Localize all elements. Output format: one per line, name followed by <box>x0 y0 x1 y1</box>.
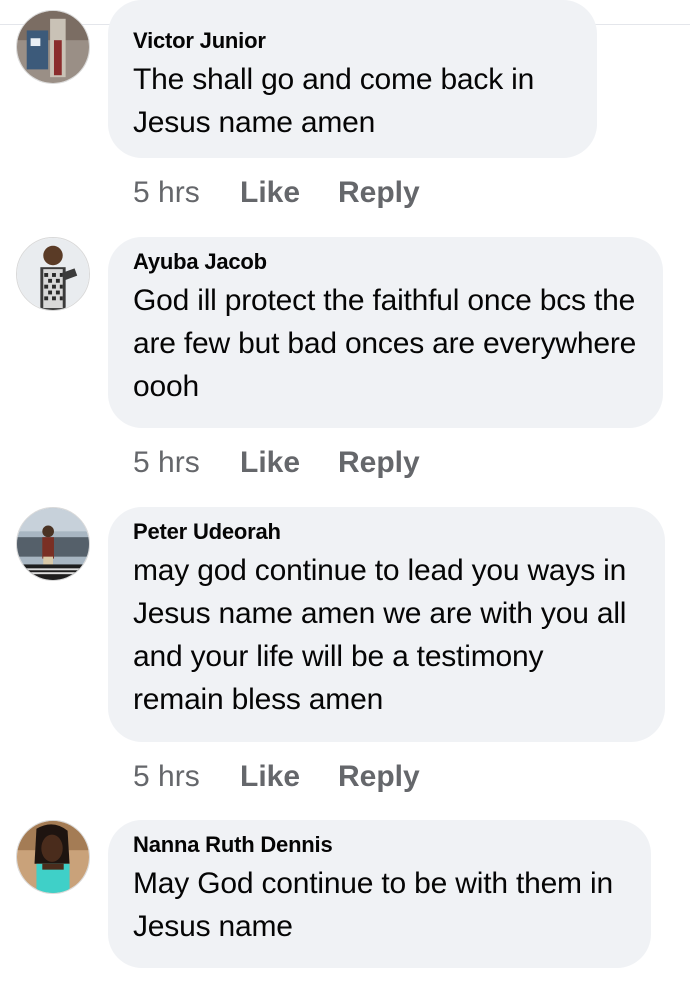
comment-author[interactable]: Ayuba Jacob <box>133 249 637 275</box>
avatar-photo <box>17 238 89 310</box>
comment-bubble: Peter Udeorah may god continue to lead y… <box>108 507 665 742</box>
avatar[interactable] <box>16 237 90 311</box>
avatar[interactable] <box>16 10 90 84</box>
comment-text: may god continue to lead you ways in Jes… <box>133 554 627 716</box>
reply-button[interactable]: Reply <box>338 446 420 480</box>
avatar-photo <box>17 508 89 580</box>
comment-actions: 5 hrs Like Reply <box>133 173 420 213</box>
like-button[interactable]: Like <box>240 176 338 210</box>
avatar[interactable] <box>16 507 90 581</box>
comment-text: The shall go and come back in Jesus name… <box>133 63 535 139</box>
comment-timestamp[interactable]: 5 hrs <box>133 446 240 480</box>
comment-actions: 5 hrs Like Reply <box>133 443 420 483</box>
comment-bubble: Nanna Ruth Dennis May God continue to be… <box>108 820 651 968</box>
avatar-photo <box>17 11 89 83</box>
avatar-photo <box>17 821 89 893</box>
comment-timestamp[interactable]: 5 hrs <box>133 760 240 794</box>
comment-author[interactable]: Victor Junior <box>133 28 571 54</box>
avatar[interactable] <box>16 820 90 894</box>
like-button[interactable]: Like <box>240 446 338 480</box>
reply-button[interactable]: Reply <box>338 760 420 794</box>
comment-bubble: Ayuba Jacob God ill protect the faithful… <box>108 237 663 428</box>
comment-actions: 5 hrs Like Reply <box>133 757 420 797</box>
comment-author[interactable]: Peter Udeorah <box>133 519 639 545</box>
like-button[interactable]: Like <box>240 760 338 794</box>
comment-author[interactable]: Nanna Ruth Dennis <box>133 832 625 858</box>
comment-timestamp[interactable]: 5 hrs <box>133 176 240 210</box>
reply-button[interactable]: Reply <box>338 176 420 210</box>
comment-bubble: Victor Junior The shall go and come back… <box>108 0 597 158</box>
comment-text: May God continue to be with them in Jesu… <box>133 867 613 943</box>
comment-text: God ill protect the faithful once bcs th… <box>133 284 637 403</box>
